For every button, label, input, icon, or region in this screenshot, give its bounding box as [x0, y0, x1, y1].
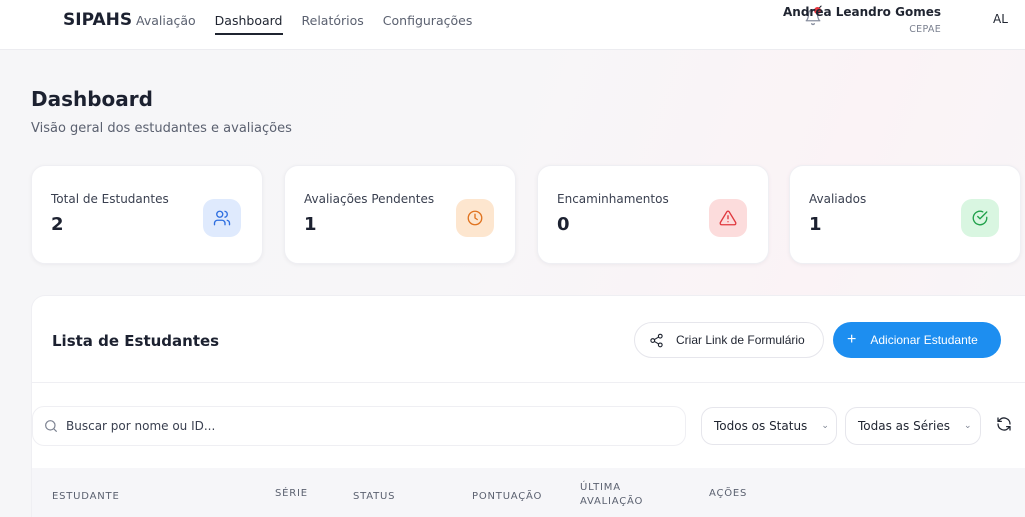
- nav-item-dashboard[interactable]: Dashboard: [214, 13, 283, 35]
- avatar[interactable]: AL: [993, 12, 1008, 26]
- add-student-button[interactable]: + Adicionar Estudante: [833, 322, 1001, 358]
- clock-icon: [456, 199, 494, 237]
- page-title: Dashboard: [31, 87, 153, 111]
- stat-label: Encaminhamentos: [557, 192, 669, 206]
- nav-item-avaliacao[interactable]: Avaliação: [136, 13, 196, 35]
- column-header-pontuacao[interactable]: Pontuação: [472, 491, 542, 502]
- user-name[interactable]: Andréa Leandro Gomes: [783, 5, 941, 19]
- students-list-panel: Lista de Estudantes Criar Link de Formul…: [31, 295, 1025, 517]
- stat-value: 2: [51, 214, 64, 235]
- chevron-down-icon: ⌄: [821, 421, 829, 431]
- create-form-link-button[interactable]: Criar Link de Formulário: [634, 322, 824, 358]
- chevron-down-icon: ⌄: [964, 421, 972, 431]
- plus-icon: +: [847, 331, 857, 348]
- status-filter-select[interactable]: Todos os Status ⌄: [701, 407, 837, 445]
- search-icon: [45, 420, 57, 432]
- stat-card-total-estudantes: Total de Estudantes 2: [31, 165, 263, 264]
- stat-value: 1: [809, 214, 822, 235]
- create-form-link-label: Criar Link de Formulário: [676, 333, 805, 347]
- stat-card-avaliacoes-pendentes: Avaliações Pendentes 1: [284, 165, 516, 264]
- column-header-acoes: Ações: [709, 488, 748, 499]
- series-filter-value: Todas as Séries: [858, 419, 950, 433]
- stat-label: Total de Estudantes: [51, 192, 169, 206]
- alert-triangle-icon: [709, 199, 747, 237]
- add-student-label: Adicionar Estudante: [870, 333, 978, 347]
- stat-card-avaliados: Avaliados 1: [789, 165, 1021, 264]
- column-header-status[interactable]: Status: [353, 491, 395, 502]
- column-header-ultima-avaliacao[interactable]: Última Avaliação: [580, 481, 670, 509]
- student-search[interactable]: [32, 406, 686, 446]
- stat-card-encaminhamentos: Encaminhamentos 0: [537, 165, 769, 264]
- main-nav: Avaliação Dashboard Relatórios Configura…: [136, 13, 491, 35]
- stat-value: 1: [304, 214, 317, 235]
- top-navigation-bar: SIPAHS Avaliação Dashboard Relatórios Co…: [0, 0, 1025, 50]
- stat-label: Avaliações Pendentes: [304, 192, 435, 206]
- series-filter-select[interactable]: Todas as Séries ⌄: [845, 407, 981, 445]
- brand-logo[interactable]: SIPAHS: [63, 10, 132, 30]
- nav-item-relatorios[interactable]: Relatórios: [302, 13, 364, 35]
- panel-divider: [32, 382, 1025, 383]
- stat-value: 0: [557, 214, 570, 235]
- status-filter-value: Todos os Status: [714, 419, 808, 433]
- users-icon: [203, 199, 241, 237]
- search-input[interactable]: [66, 419, 626, 433]
- user-organization: CEPAE: [909, 24, 941, 35]
- share-icon: [650, 333, 663, 347]
- nav-item-configuracoes[interactable]: Configurações: [383, 13, 473, 35]
- page-subtitle: Visão geral dos estudantes e avaliações: [31, 121, 292, 136]
- check-circle-icon: [961, 199, 999, 237]
- column-header-estudante[interactable]: Estudante: [52, 491, 120, 502]
- column-header-serie[interactable]: Série: [275, 488, 308, 499]
- stat-label: Avaliados: [809, 192, 867, 206]
- table-header: Estudante Série Status Pontuação Última …: [32, 468, 1025, 517]
- refresh-icon[interactable]: [994, 414, 1014, 434]
- students-list-title: Lista de Estudantes: [52, 332, 220, 350]
